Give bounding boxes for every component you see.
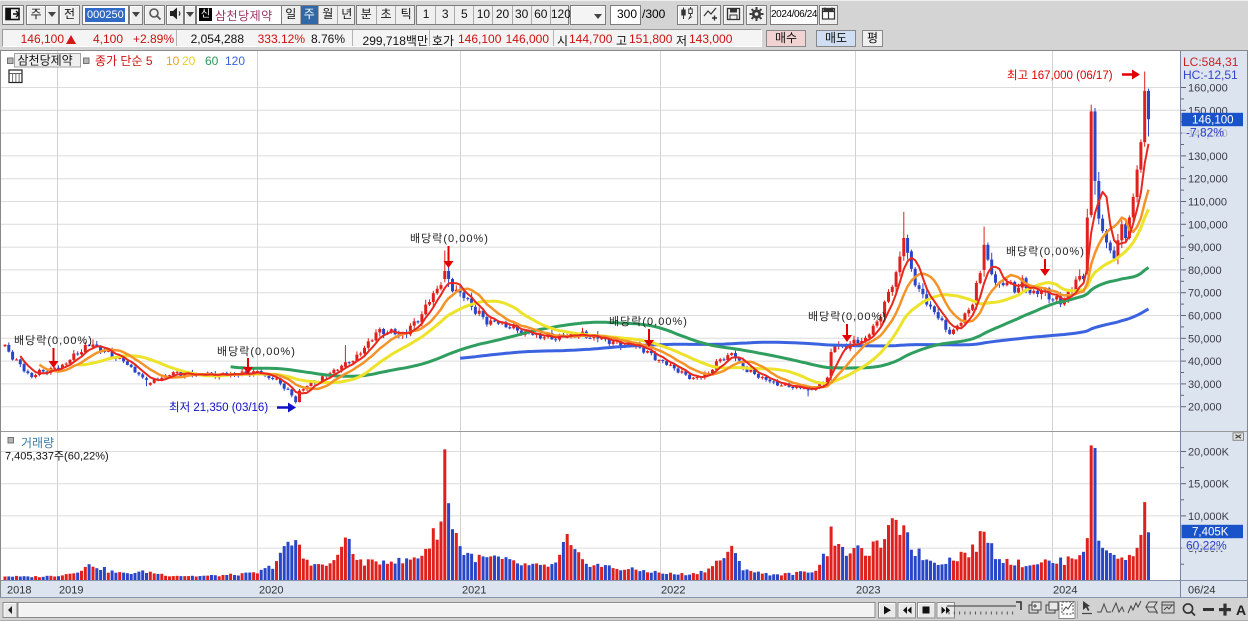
svg-text:7,405K: 7,405K (1192, 527, 1229, 539)
svg-text:배당락(0,00%): 배당락(0,00%) (609, 315, 688, 328)
svg-text:2024: 2024 (1053, 585, 1077, 597)
svg-text:06/24: 06/24 (1188, 585, 1216, 597)
svg-text:최고 167,000 (06/17): 최고 167,000 (06/17) (1007, 69, 1113, 82)
svg-text:120,000: 120,000 (1188, 174, 1228, 186)
svg-text:2022: 2022 (661, 585, 685, 597)
svg-text:80,000: 80,000 (1188, 265, 1222, 277)
svg-text:배당락(0,00%): 배당락(0,00%) (808, 310, 887, 323)
svg-text:160,000: 160,000 (1188, 83, 1228, 95)
svg-text:60,22%: 60,22% (1186, 539, 1227, 553)
svg-text:60: 60 (205, 54, 219, 68)
svg-text:배당락(0,00%): 배당락(0,00%) (217, 345, 296, 358)
svg-text:배당락(0,00%): 배당락(0,00%) (14, 334, 93, 347)
svg-text:배당락(0,00%): 배당락(0,00%) (1006, 245, 1085, 258)
svg-text:7,405,337주(60,22%): 7,405,337주(60,22%) (5, 451, 109, 463)
svg-text:배당락(0,00%): 배당락(0,00%) (410, 232, 489, 245)
svg-text:10,000K: 10,000K (1188, 511, 1230, 523)
svg-text:90,000: 90,000 (1188, 242, 1222, 254)
svg-text:2021: 2021 (462, 585, 486, 597)
svg-text:50,000: 50,000 (1188, 333, 1222, 345)
svg-text:10: 10 (166, 54, 180, 68)
svg-text:60,000: 60,000 (1188, 311, 1222, 323)
svg-text:2018: 2018 (7, 585, 31, 597)
svg-text:70,000: 70,000 (1188, 288, 1222, 300)
svg-text:130,000: 130,000 (1188, 151, 1228, 163)
svg-text:20: 20 (182, 54, 196, 68)
svg-text:40,000: 40,000 (1188, 356, 1222, 368)
svg-text:삼천당제약: 삼천당제약 (18, 53, 73, 68)
svg-text:20,000K: 20,000K (1188, 447, 1230, 459)
svg-text:20,000: 20,000 (1188, 402, 1222, 414)
svg-text:최저 21,350 (03/16): 최저 21,350 (03/16) (169, 401, 268, 414)
svg-text:2020: 2020 (259, 585, 283, 597)
svg-text:거래량: 거래량 (21, 436, 54, 450)
svg-text:110,000: 110,000 (1188, 197, 1227, 209)
svg-text:2019: 2019 (59, 585, 83, 597)
svg-text:HC:-12,51: HC:-12,51 (1183, 68, 1238, 82)
svg-text:100,000: 100,000 (1188, 219, 1228, 231)
svg-text:A: A (1236, 602, 1246, 618)
svg-text:LC:584,31: LC:584,31 (1183, 55, 1239, 69)
svg-text:30,000: 30,000 (1188, 379, 1222, 391)
svg-text:2023: 2023 (856, 585, 880, 597)
svg-text:15,000K: 15,000K (1188, 479, 1230, 491)
svg-text:-7,82%: -7,82% (1186, 126, 1224, 140)
svg-text:종가 단순 5: 종가 단순 5 (95, 54, 153, 68)
svg-text:120: 120 (225, 54, 245, 68)
